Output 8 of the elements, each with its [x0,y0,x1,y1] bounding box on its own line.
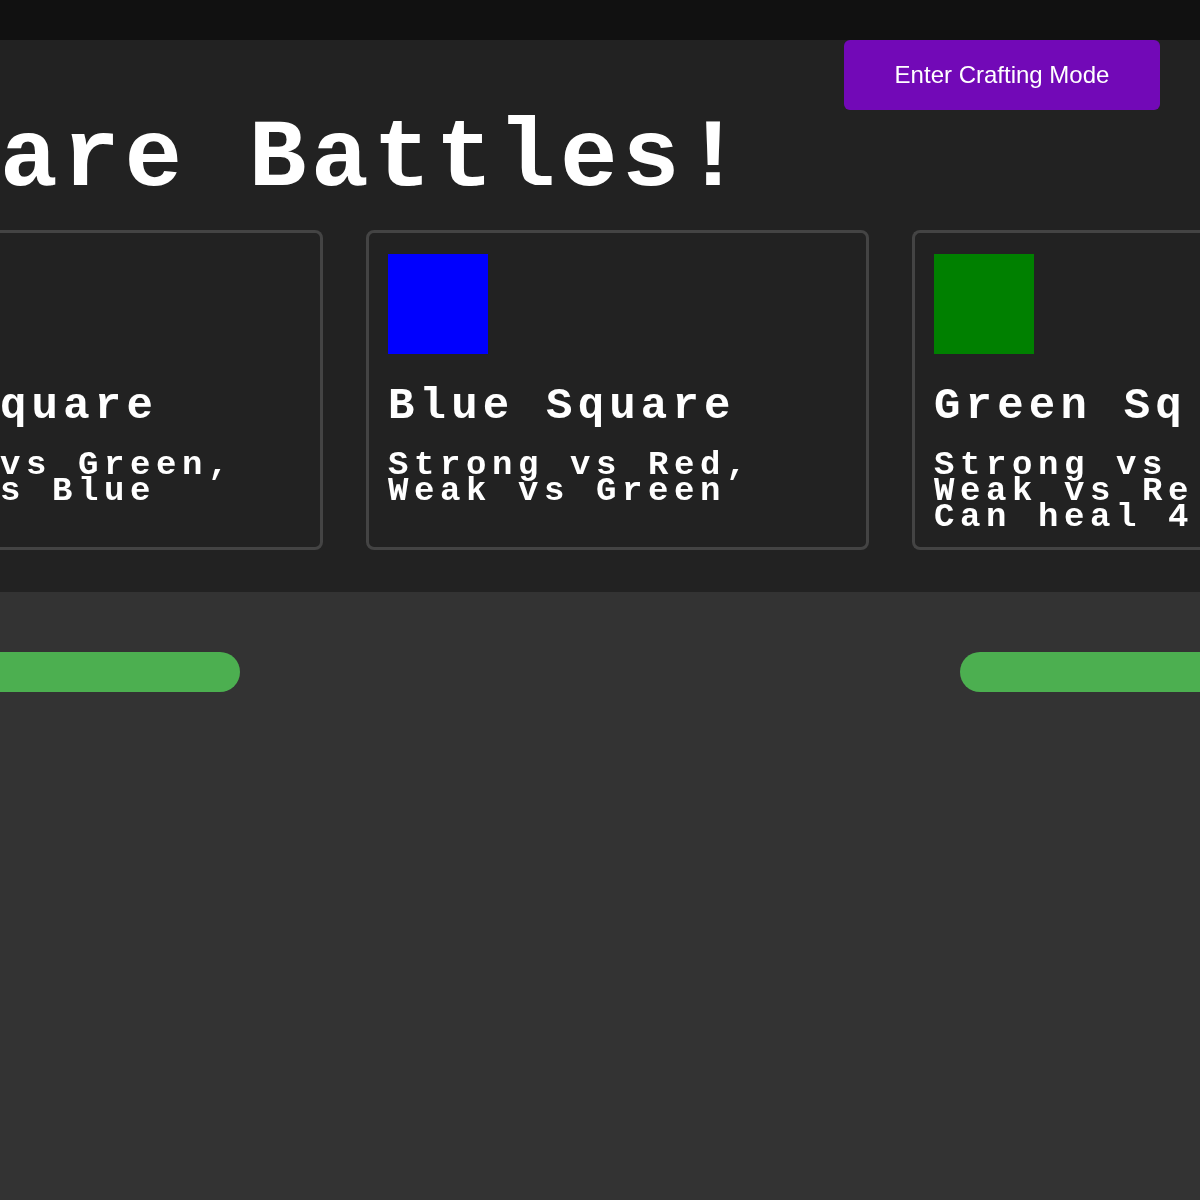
square-name: quare [0,384,159,428]
square-description: Can heal 4 [934,504,1195,530]
page-title: are Battles! [0,104,747,216]
square-name: Green Sq [934,384,1187,428]
square-description: vs Green, [0,452,235,478]
crafting-mode-button[interactable]: Enter Crafting Mode [844,40,1160,110]
square-description: s Blue [0,478,157,504]
square-name: Blue Square [388,384,736,428]
